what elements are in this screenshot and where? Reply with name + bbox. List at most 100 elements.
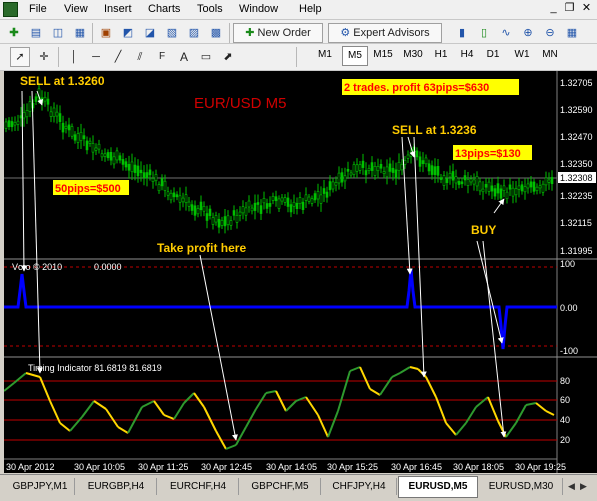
- menu-window[interactable]: Window: [239, 3, 278, 15]
- terminal-icon[interactable]: ▣: [96, 23, 116, 43]
- timing-segment: [497, 420, 507, 438]
- fibonacci-icon[interactable]: F: [152, 47, 172, 67]
- candle-body: [304, 194, 308, 201]
- timeframe-m5[interactable]: M5: [342, 46, 368, 66]
- menu-help[interactable]: Help: [299, 3, 322, 15]
- candle-body: [190, 204, 194, 211]
- new-order-button[interactable]: ✚ New Order: [233, 23, 323, 43]
- chart-window-icon[interactable]: ▩: [206, 23, 226, 43]
- cursor-icon[interactable]: ➚: [10, 47, 30, 67]
- candle-body: [346, 168, 350, 172]
- candle-body: [52, 107, 56, 118]
- chart-bar-icon[interactable]: ▮: [452, 23, 472, 43]
- tab-gbpjpy-m1[interactable]: GBPJPY,M1: [6, 478, 75, 495]
- candle-body: [181, 197, 185, 203]
- tab-chfjpy-h4[interactable]: CHFJPY,H4: [322, 478, 397, 495]
- candle-body: [124, 161, 128, 168]
- zoom-out-icon[interactable]: ⊖: [540, 23, 560, 43]
- candle-body: [100, 153, 104, 158]
- tab-gbpchf-m5[interactable]: GBPCHF,M5: [240, 478, 321, 495]
- time-tick: 30 Apr 15:25: [327, 462, 378, 472]
- menu-view[interactable]: View: [64, 3, 88, 15]
- timeframe-d1[interactable]: D1: [482, 46, 504, 64]
- horizontal-line-icon[interactable]: ─: [86, 47, 106, 67]
- vertical-line-icon[interactable]: │: [64, 47, 84, 67]
- candle-body: [409, 153, 413, 157]
- tab-eurusd-m30[interactable]: EURUSD,M30: [480, 478, 563, 495]
- candle-body: [178, 195, 182, 203]
- tile-windows-icon[interactable]: ▦: [562, 23, 582, 43]
- market-watch-icon[interactable]: ◫: [48, 23, 68, 43]
- candle-body: [343, 175, 347, 182]
- candle-body: [427, 163, 431, 172]
- timeframe-m1[interactable]: M1: [312, 46, 338, 64]
- timing-segment: [391, 372, 401, 378]
- candle-body: [406, 154, 410, 159]
- timing-segment: [255, 392, 267, 410]
- text-tool-icon[interactable]: A: [174, 47, 194, 67]
- candle-body: [355, 164, 359, 172]
- profiles-icon[interactable]: ▤: [26, 23, 46, 43]
- timeframe-h1[interactable]: H1: [430, 46, 452, 64]
- tab-scroll-left-icon[interactable]: ◀: [568, 481, 575, 492]
- timeframe-m30[interactable]: M30: [400, 46, 426, 64]
- menu-charts[interactable]: Charts: [148, 3, 180, 15]
- zoom-in-icon[interactable]: ⊕: [518, 23, 538, 43]
- vcro-tick: -100: [560, 346, 578, 356]
- label-tool-icon[interactable]: ▭: [196, 47, 216, 67]
- menu-insert[interactable]: Insert: [104, 3, 132, 15]
- options-icon[interactable]: ▧: [162, 23, 182, 43]
- timing-segment: [153, 400, 165, 416]
- restore-button[interactable]: ❐: [563, 2, 576, 15]
- sell2-annotation: SELL at 1.3236: [392, 123, 477, 137]
- candle-body: [208, 208, 212, 217]
- candle-body: [16, 120, 20, 125]
- candlestick-icon[interactable]: ▯: [474, 23, 494, 43]
- timing-segment: [3, 382, 15, 392]
- history-center-icon[interactable]: ◪: [140, 23, 160, 43]
- data-window-icon[interactable]: ▨: [184, 23, 204, 43]
- candle-body: [202, 206, 206, 212]
- crosshair-icon[interactable]: ✛: [34, 47, 54, 67]
- timing-segment: [245, 408, 257, 428]
- candle-body: [148, 169, 152, 176]
- candle-body: [322, 188, 326, 194]
- expert-advisors-button[interactable]: ⚙ Expert Advisors: [328, 23, 442, 43]
- timeframe-m15[interactable]: M15: [370, 46, 396, 64]
- candle-body: [364, 170, 368, 176]
- candle-body: [112, 156, 116, 165]
- close-button[interactable]: ✕: [580, 2, 593, 15]
- arrows-tool-icon[interactable]: ⬈: [218, 47, 238, 67]
- new-chart-icon[interactable]: ✚: [4, 23, 24, 43]
- navigator-icon[interactable]: ▦: [70, 23, 90, 43]
- tab-eurchf-h4[interactable]: EURCHF,H4: [158, 478, 239, 495]
- time-tick: 30 Apr 19:25: [515, 462, 566, 472]
- time-tick: 30 Apr 2012: [6, 462, 55, 472]
- candle-body: [226, 215, 230, 226]
- timeframe-mn[interactable]: MN: [538, 46, 562, 64]
- channel-icon[interactable]: ⫽: [130, 47, 150, 67]
- timing-segment: [455, 422, 467, 436]
- candle-body: [142, 172, 146, 179]
- trendline-icon[interactable]: ╱: [108, 47, 128, 67]
- chart-window[interactable]: EUR/USD M5 SELL at 1.3260 50pips=$500 Ta…: [3, 71, 597, 473]
- timing-tick: 40: [560, 415, 570, 425]
- timeframe-h4[interactable]: H4: [456, 46, 478, 64]
- tab-scroll-right-icon[interactable]: ▶: [580, 481, 587, 492]
- candle-body: [538, 185, 542, 189]
- candle-body: [445, 178, 449, 183]
- minimize-button[interactable]: _: [547, 2, 560, 15]
- candle-body: [451, 171, 455, 181]
- menu-file[interactable]: File: [29, 3, 47, 15]
- line-chart-icon[interactable]: ∿: [496, 23, 516, 43]
- timeframe-w1[interactable]: W1: [510, 46, 534, 64]
- menu-tools[interactable]: Tools: [197, 3, 223, 15]
- timing-segment: [349, 366, 361, 372]
- tab-eurusd-m5[interactable]: EURUSD,M5: [398, 476, 478, 498]
- candle-body: [163, 180, 167, 191]
- tab-eurgbp-h4[interactable]: EURGBP,H4: [76, 478, 157, 495]
- timing-segment: [425, 376, 437, 398]
- candle-body: [94, 147, 98, 151]
- menu-bar: File View Insert Charts Tools Window Hel…: [0, 0, 597, 20]
- strategy-tester-icon[interactable]: ◩: [118, 23, 138, 43]
